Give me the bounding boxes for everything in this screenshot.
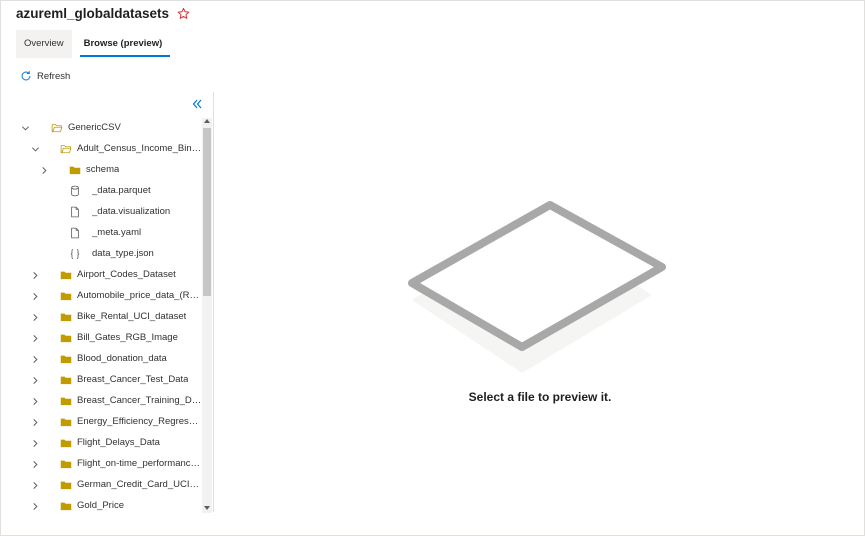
tree-item[interactable]: data_type.json — [16, 244, 202, 265]
tree-item-label: _data.parquet — [92, 185, 151, 196]
tree-item-label: data_type.json — [92, 248, 154, 259]
database-icon — [69, 185, 81, 197]
page-title: azureml_globaldatasets — [16, 6, 170, 21]
tree-item[interactable]: Flight_on-time_performance... — [16, 454, 202, 475]
tree-item-label: Breast_Cancer_Test_Data — [77, 374, 189, 385]
chevron-down-icon[interactable] — [21, 124, 30, 133]
tree-item-label: Bill_Gates_RGB_Image — [77, 332, 178, 343]
refresh-label: Refresh — [37, 70, 71, 82]
tree-scrollbar[interactable] — [202, 118, 212, 513]
pane-divider[interactable] — [213, 92, 214, 512]
tree-item[interactable]: GenericCSV — [16, 118, 202, 139]
tree-item[interactable]: _meta.yaml — [16, 223, 202, 244]
tree-item-label: Flight_Delays_Data — [77, 437, 160, 448]
chevron-right-icon[interactable] — [31, 355, 40, 364]
page-header: azureml_globaldatasets — [16, 6, 190, 21]
tree-item-label: Breast_Cancer_Training_Data — [77, 395, 202, 406]
folder-icon — [60, 353, 72, 365]
folder-icon — [60, 311, 72, 323]
folder-icon — [60, 458, 72, 470]
folder-icon — [60, 500, 72, 512]
empty-tablet-icon — [400, 195, 680, 380]
file-icon — [69, 227, 81, 239]
tree-item-label: Automobile_price_data_(Raw) — [77, 290, 202, 301]
chevron-right-icon[interactable] — [40, 166, 49, 175]
folder-icon — [60, 374, 72, 386]
tree-item[interactable]: Breast_Cancer_Training_Data — [16, 391, 202, 412]
chevron-right-icon[interactable] — [31, 460, 40, 469]
tree-item[interactable]: Blood_donation_data — [16, 349, 202, 370]
folder-icon — [60, 437, 72, 449]
tab-bar: Overview Browse (preview) — [16, 30, 170, 58]
tree-item[interactable]: Adult_Census_Income_Binar... — [16, 139, 202, 160]
folder-icon — [60, 416, 72, 428]
chevron-right-icon[interactable] — [31, 334, 40, 343]
tree-item-label: Bike_Rental_UCI_dataset — [77, 311, 187, 322]
refresh-icon — [21, 71, 31, 81]
tree-item-label: _data.visualization — [92, 206, 171, 217]
tree-item-label: _meta.yaml — [92, 227, 142, 238]
tab-overview[interactable]: Overview — [16, 30, 72, 58]
chevron-right-icon[interactable] — [31, 376, 40, 385]
tree-item-label: Blood_donation_data — [77, 353, 167, 364]
tree-item-label: schema — [86, 164, 120, 175]
file-icon — [69, 206, 81, 218]
tree-item[interactable]: _data.visualization — [16, 202, 202, 223]
tree-item-label: Adult_Census_Income_Binar... — [77, 143, 202, 154]
folder-open-icon — [51, 122, 63, 134]
tree-item-label: GenericCSV — [68, 122, 121, 133]
tree-item-label: Flight_on-time_performance... — [77, 458, 202, 469]
tree-item[interactable]: Energy_Efficiency_Regressio... — [16, 412, 202, 433]
tree-item[interactable]: Breast_Cancer_Test_Data — [16, 370, 202, 391]
tree-item[interactable]: Airport_Codes_Dataset — [16, 265, 202, 286]
chevron-right-icon[interactable] — [31, 292, 40, 301]
tree-item[interactable]: German_Credit_Card_UCI_da... — [16, 475, 202, 496]
chevron-right-icon[interactable] — [31, 397, 40, 406]
chevron-right-icon[interactable] — [31, 481, 40, 490]
refresh-button[interactable]: Refresh — [20, 70, 70, 82]
folder-icon — [60, 395, 72, 407]
chevron-down-icon[interactable] — [31, 145, 40, 154]
tree-item[interactable]: Bill_Gates_RGB_Image — [16, 328, 202, 349]
tree-item[interactable]: _data.parquet — [16, 181, 202, 202]
tree-item-label: Energy_Efficiency_Regressio... — [77, 416, 202, 427]
folder-icon — [69, 164, 81, 176]
folder-icon — [60, 290, 72, 302]
chevron-right-icon[interactable] — [31, 271, 40, 280]
scroll-down-arrow[interactable] — [204, 506, 210, 510]
chevron-right-icon[interactable] — [31, 418, 40, 427]
tree-item-label: German_Credit_Card_UCI_da... — [77, 479, 202, 490]
folder-icon — [60, 332, 72, 344]
double-chevron-left-icon[interactable] — [190, 97, 204, 111]
file-tree: GenericCSV Adult_Census_Income_Binar...sc… — [16, 118, 202, 513]
star-outline-icon[interactable] — [177, 7, 190, 20]
tree-item[interactable]: Automobile_price_data_(Raw) — [16, 286, 202, 307]
scroll-up-arrow[interactable] — [204, 119, 210, 123]
chevron-right-icon[interactable] — [31, 439, 40, 448]
folder-icon — [60, 479, 72, 491]
braces-icon — [69, 248, 81, 260]
tree-item[interactable]: Flight_Delays_Data — [16, 433, 202, 454]
tab-browse-preview[interactable]: Browse (preview) — [76, 30, 171, 58]
chevron-right-icon[interactable] — [31, 313, 40, 322]
scroll-thumb[interactable] — [203, 128, 211, 296]
tree-item[interactable]: schema — [16, 160, 202, 181]
empty-preview-message: Select a file to preview it. — [468, 390, 612, 404]
folder-icon — [60, 269, 72, 281]
tree-item[interactable]: Bike_Rental_UCI_dataset — [16, 307, 202, 328]
tree-item[interactable]: Gold_Price — [16, 496, 202, 513]
chevron-right-icon[interactable] — [31, 502, 40, 511]
tree-item-label: Gold_Price — [77, 500, 124, 511]
tree-item-label: Airport_Codes_Dataset — [77, 269, 176, 280]
folder-open-icon — [60, 143, 72, 155]
